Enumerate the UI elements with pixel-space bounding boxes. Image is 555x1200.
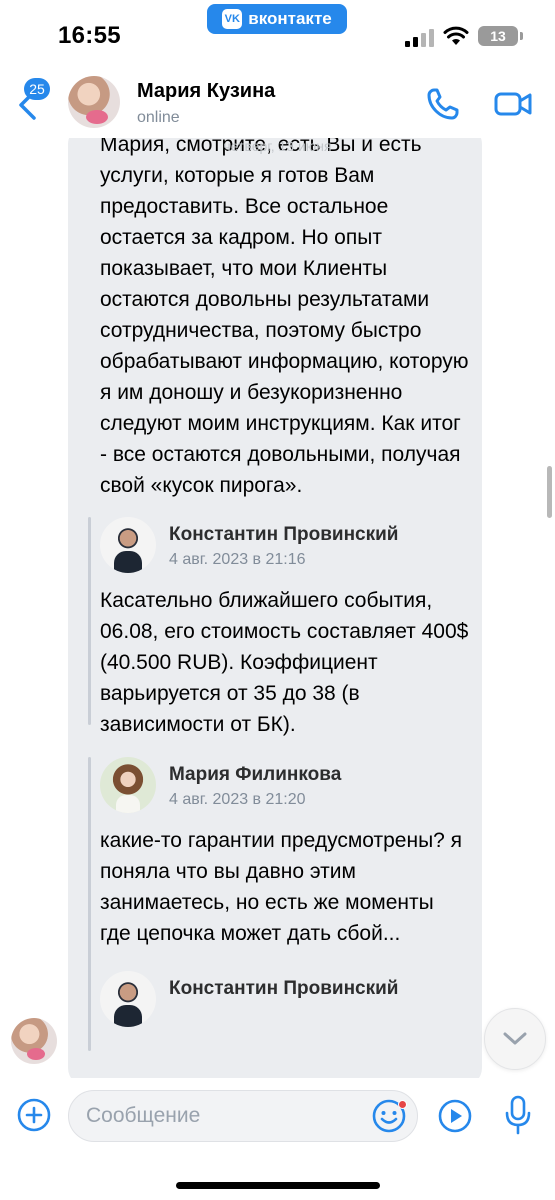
battery-icon: 13 [478, 26, 518, 46]
message-text: Мария, смотрите, есть Вы и есть услуги, … [100, 138, 469, 497]
sticker-button[interactable] [371, 1098, 407, 1134]
contact-name[interactable]: Мария Кузина [137, 80, 275, 103]
author-avatar[interactable] [100, 517, 156, 573]
new-sticker-dot [398, 1100, 407, 1109]
plus-icon[interactable] [17, 1098, 51, 1132]
sender-avatar[interactable] [11, 1018, 57, 1064]
app-return-badge[interactable]: VK вконтакте [207, 4, 347, 34]
battery-tip [520, 32, 523, 40]
home-indicator[interactable] [176, 1182, 380, 1189]
forward-line [88, 517, 91, 725]
video-camera-icon[interactable] [493, 87, 533, 121]
forward-line [88, 971, 91, 1051]
wifi-icon [443, 26, 469, 45]
forwarded-date: 4 авг. 2023 в 21:20 [169, 791, 306, 808]
author-avatar[interactable] [100, 757, 156, 813]
phone-icon[interactable] [425, 86, 461, 122]
unread-count-badge: 25 [24, 78, 50, 100]
play-icon[interactable] [437, 1098, 473, 1134]
forwarded-text: какие-то гарантии предусмотрены? я понял… [100, 829, 463, 945]
forwarded-message[interactable]: Константин Провинский [88, 971, 470, 1051]
forwarded-message[interactable]: Мария Филинкова 4 авг. 2023 в 21:20 каки… [88, 757, 470, 983]
author-avatar[interactable] [100, 971, 156, 1027]
scroll-down-button[interactable] [484, 1008, 546, 1070]
vk-logo-icon: VK [222, 9, 243, 29]
app-badge-label: вконтакте [248, 9, 332, 28]
forwarded-header: Константин Провинский [100, 971, 470, 1033]
contact-avatar[interactable] [68, 76, 120, 128]
forwarded-header: Мария Филинкова 4 авг. 2023 в 21:20 [100, 757, 470, 819]
forwarded-date: 4 авг. 2023 в 21:16 [169, 551, 306, 568]
message-input-wrapper[interactable] [68, 1090, 418, 1142]
message-list[interactable]: четверг, 13 июня Мария, смотрите, есть В… [0, 138, 555, 1078]
status-time: 16:55 [58, 22, 121, 49]
message-content: Мария, смотрите, есть Вы и есть услуги, … [88, 138, 470, 1051]
forwarded-header: Константин Провинский 4 авг. 2023 в 21:1… [100, 517, 470, 579]
chevron-down-icon [503, 1032, 527, 1045]
message-bubble[interactable]: Мария, смотрите, есть Вы и есть услуги, … [68, 138, 482, 1078]
forward-line [88, 757, 91, 983]
message-input[interactable] [86, 1091, 356, 1141]
forwarded-author[interactable]: Константин Провинский [169, 978, 398, 1000]
signal-icon [405, 29, 434, 47]
message-composer [0, 1078, 555, 1200]
chat-header: 25 Мария Кузина online [0, 72, 555, 138]
scrollbar[interactable] [547, 466, 552, 518]
contact-status: online [137, 109, 180, 126]
forwarded-author[interactable]: Мария Филинкова [169, 764, 341, 786]
forwarded-message[interactable]: Константин Провинский 4 авг. 2023 в 21:1… [88, 517, 470, 740]
date-separator: четверг, 13 июня [223, 138, 332, 154]
status-bar: 16:55 VK вконтакте 13 [0, 0, 555, 72]
forwarded-author[interactable]: Константин Провинский [169, 524, 398, 546]
microphone-icon[interactable] [505, 1095, 531, 1135]
forwarded-text: Касательно ближайшего события, 06.08, ег… [100, 589, 469, 736]
